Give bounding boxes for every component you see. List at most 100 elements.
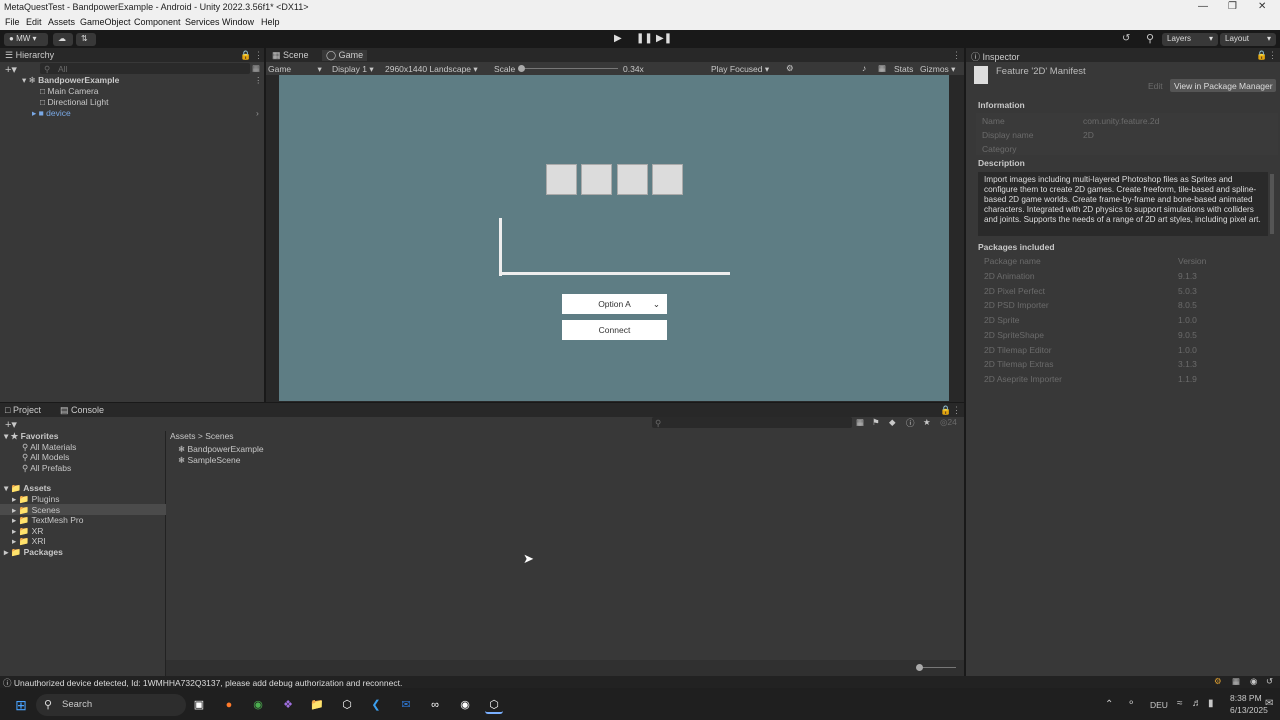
favorite-item[interactable]: ⚲ All Prefabs (22, 463, 71, 474)
favorite-item[interactable]: ⚲ All Models (22, 452, 69, 463)
lock-icon[interactable]: 🔒 (1256, 50, 1267, 61)
add-icon[interactable]: +▾ (5, 63, 17, 76)
filter-type-icon[interactable]: ▦ (856, 417, 864, 428)
play-icon[interactable]: ▶ (614, 33, 622, 44)
add-icon[interactable]: +▾ (5, 418, 17, 431)
notification-icon[interactable]: ✉ (1265, 698, 1273, 709)
scale-slider[interactable] (522, 68, 618, 69)
chrome-icon[interactable]: ◉ (249, 696, 267, 714)
description-scrollbar[interactable] (1270, 174, 1274, 234)
more-icon[interactable]: ⋮ (952, 50, 961, 61)
hierarchy-item[interactable]: □ Directional Light (40, 97, 108, 107)
pause-icon[interactable]: ❚❚ (636, 33, 653, 44)
resolution-dropdown[interactable]: 2960x1440 Landscape ▾ (385, 64, 478, 75)
menu-services[interactable]: Services (185, 17, 220, 27)
folder-item[interactable]: ▸ 📁 TextMesh Pro (12, 515, 83, 526)
gizmos-button[interactable]: Gizmos ▾ (920, 64, 955, 75)
hierarchy-search-input[interactable]: ⚲ All (40, 63, 250, 74)
firefox-icon[interactable]: ● (220, 696, 238, 714)
tab-game[interactable]: ◯ Game (322, 50, 368, 61)
more-icon[interactable]: ⋮ (254, 75, 263, 86)
settings-icon[interactable]: ↺ (1266, 676, 1273, 687)
layers-dropdown[interactable]: Layers ▾ (1162, 33, 1218, 46)
wifi-icon[interactable]: ≈ (1177, 698, 1183, 709)
lock-icon[interactable]: 🔒 (940, 405, 951, 416)
tab-project[interactable]: □ Project (5, 405, 41, 415)
grid-icon[interactable]: ▦ (878, 63, 886, 74)
scene-file[interactable]: ❄ SampleScene (178, 455, 240, 466)
tab-scene[interactable]: ▦ Scene (272, 50, 309, 61)
maximize-icon[interactable]: ❐ (1228, 1, 1237, 12)
audio-icon[interactable]: ⚙ (786, 63, 794, 74)
outlook-icon[interactable]: ✉ (397, 696, 415, 714)
scale-slider-handle[interactable] (518, 65, 525, 72)
game-mode-dropdown[interactable]: Game ▾ (268, 64, 322, 75)
scene-file[interactable]: ❄ BandpowerExample (178, 444, 264, 455)
hierarchy-item[interactable]: □ Main Camera (40, 86, 99, 96)
favorites-node[interactable]: ▾ ★ Favorites (4, 431, 58, 442)
menu-file[interactable]: File (5, 17, 20, 27)
account-button[interactable]: ● MW ▾ (4, 33, 48, 46)
menu-assets[interactable]: Assets (48, 17, 75, 27)
unity-icon[interactable]: ◉ (456, 696, 474, 714)
collab-icon[interactable]: ⇅ (76, 33, 96, 46)
packages-node[interactable]: ▸ 📁 Packages (4, 547, 63, 558)
display-dropdown[interactable]: Display 1 ▾ (332, 64, 374, 75)
step-icon[interactable]: ▶❚ (656, 33, 672, 44)
menu-help[interactable]: Help (261, 17, 280, 27)
taskbar-search[interactable]: ⚲ Search (36, 694, 186, 716)
unity-hub-icon[interactable]: ⬡ (338, 696, 356, 714)
game-view[interactable] (279, 75, 949, 401)
chevron-right-icon[interactable]: › (256, 108, 259, 118)
breadcrumb-scenes[interactable]: Scenes (205, 431, 233, 441)
tag-icon[interactable]: ◆ (889, 417, 896, 428)
vscode-icon[interactable]: ❮ (367, 696, 385, 714)
view-package-manager-button[interactable]: View in Package Manager (1170, 79, 1276, 92)
hierarchy-item-device[interactable]: ▸ ■ device (32, 108, 71, 119)
battery-icon[interactable]: ▮ (1208, 698, 1214, 709)
language-indicator[interactable]: DEU (1150, 700, 1168, 710)
assets-node[interactable]: ▾ 📁 Assets (4, 483, 51, 494)
history-icon[interactable]: ↺ (1122, 33, 1130, 44)
file-explorer-icon[interactable]: 📁 (308, 696, 326, 714)
more-icon[interactable]: ⋮ (254, 50, 263, 61)
option-dropdown[interactable]: Option A ⌄ (562, 294, 667, 314)
app-icon[interactable]: ∞ (426, 696, 444, 714)
unity-editor-icon[interactable]: ⬡ (485, 696, 503, 714)
info-icon[interactable]: ⓘ (906, 417, 915, 429)
connect-button[interactable]: Connect (562, 320, 667, 340)
close-icon[interactable]: ✕ (1258, 1, 1266, 12)
project-search-input[interactable]: ⚲ (652, 417, 852, 428)
edit-button[interactable]: Edit (1148, 81, 1163, 91)
tab-hierarchy[interactable]: ☰ Hierarchy (5, 50, 54, 61)
more-icon[interactable]: ⋮ (952, 405, 961, 416)
hierarchy-scene-row[interactable]: ▾ ❄ BandpowerExample (22, 75, 119, 86)
lock-icon[interactable]: 🔒 (240, 50, 251, 61)
tab-inspector[interactable]: ⓘ Inspector (971, 50, 1020, 63)
filter-label-icon[interactable]: ⚑ (872, 417, 880, 428)
menu-window[interactable]: Window (222, 17, 254, 27)
task-view-icon[interactable]: ▣ (190, 696, 208, 714)
search-icon[interactable]: ⚲ (1146, 32, 1154, 45)
stats-button[interactable]: Stats (894, 64, 913, 74)
more-icon[interactable]: ⋮ (1268, 50, 1277, 61)
star-icon[interactable]: ★ (923, 417, 931, 428)
zoom-slider[interactable] (920, 667, 956, 668)
filter-icon[interactable]: ▦ (252, 63, 260, 74)
clock-time[interactable]: 8:38 PM (1230, 693, 1262, 703)
breadcrumb-assets[interactable]: Assets (170, 431, 196, 441)
play-mode-dropdown[interactable]: Play Focused ▾ (711, 64, 769, 75)
mute-icon[interactable]: ♪ (862, 63, 866, 73)
warning-icon[interactable]: ⚙ (1214, 676, 1222, 687)
clock-date[interactable]: 6/13/2025 (1230, 705, 1268, 715)
menu-component[interactable]: Component (134, 17, 181, 27)
folder-item[interactable]: ▸ 📁 XRI (12, 536, 46, 547)
minimize-icon[interactable]: — (1198, 1, 1208, 12)
tray-chevron-up-icon[interactable]: ⌃ (1105, 699, 1113, 710)
debug-icon[interactable]: ◉ (1250, 676, 1257, 687)
progress-icon[interactable]: ▦ (1232, 676, 1240, 687)
windows-start-icon[interactable]: ⊞ (12, 696, 30, 714)
cloud-icon[interactable]: ☁ (53, 33, 73, 46)
zoom-slider-handle[interactable] (916, 664, 923, 671)
layout-dropdown[interactable]: Layout ▾ (1220, 33, 1276, 46)
